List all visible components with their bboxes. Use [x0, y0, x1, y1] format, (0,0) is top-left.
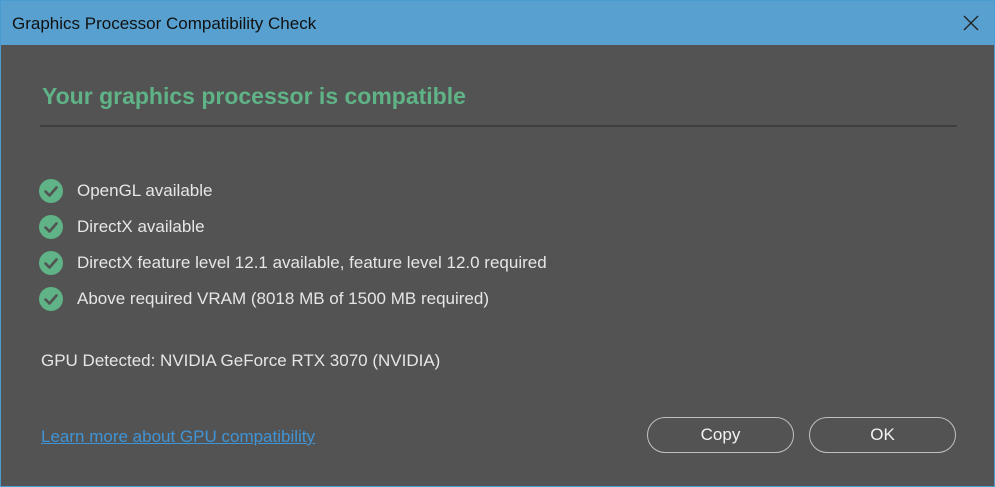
title-bar[interactable]: Graphics Processor Compatibility Check: [1, 1, 994, 45]
result-heading: Your graphics processor is compatible: [42, 83, 466, 109]
check-circle-icon: [39, 179, 63, 203]
compatibility-dialog: Graphics Processor Compatibility Check Y…: [0, 0, 995, 487]
close-icon[interactable]: [963, 15, 979, 31]
check-label: Above required VRAM (8018 MB of 1500 MB …: [77, 289, 489, 308]
copy-button[interactable]: Copy: [647, 417, 794, 453]
close-button[interactable]: [948, 1, 994, 45]
ok-button[interactable]: OK: [809, 417, 956, 453]
gpu-detected-text: GPU Detected: NVIDIA GeForce RTX 3070 (N…: [41, 351, 441, 370]
check-item-opengl: OpenGL available: [39, 173, 547, 209]
check-item-vram: Above required VRAM (8018 MB of 1500 MB …: [39, 281, 547, 317]
learn-more-link[interactable]: Learn more about GPU compatibility: [41, 427, 315, 447]
window-title: Graphics Processor Compatibility Check: [12, 14, 317, 33]
check-label: OpenGL available: [77, 181, 213, 200]
check-circle-icon: [39, 215, 63, 239]
check-list: OpenGL available DirectX available Direc…: [39, 173, 547, 317]
check-item-directx: DirectX available: [39, 209, 547, 245]
check-circle-icon: [39, 251, 63, 275]
dialog-content: Your graphics processor is compatible Op…: [1, 45, 994, 486]
check-item-feature-level: DirectX feature level 12.1 available, fe…: [39, 245, 547, 281]
check-circle-icon: [39, 287, 63, 311]
check-label: DirectX feature level 12.1 available, fe…: [77, 253, 547, 272]
check-label: DirectX available: [77, 217, 205, 236]
divider: [40, 125, 957, 127]
